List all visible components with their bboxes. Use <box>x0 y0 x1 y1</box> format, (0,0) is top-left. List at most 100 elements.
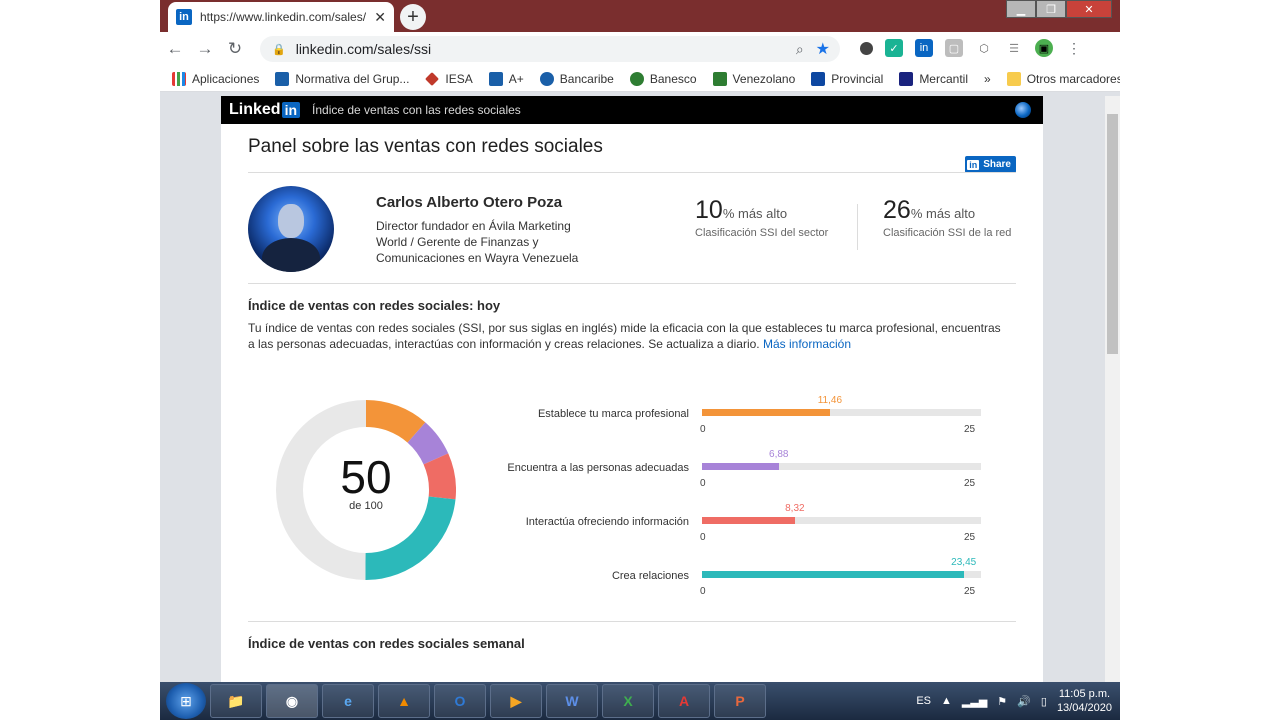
avatar[interactable] <box>248 186 334 272</box>
axis-tick-label: 0 <box>700 532 706 543</box>
bar-value-label: 8,32 <box>785 503 805 514</box>
volume-icon[interactable]: 🔊 <box>1017 695 1031 708</box>
bookmark-label: Normativa del Grup... <box>295 71 410 86</box>
bar-value-label: 11,46 <box>817 395 843 406</box>
bookmark-other[interactable]: Otros marcadores <box>1006 71 1120 86</box>
signal-icon[interactable]: ▂▃▅ <box>962 695 987 708</box>
bookmark-star-icon[interactable]: ★ <box>816 39 830 59</box>
extension-list-icon[interactable]: ☰ <box>1005 39 1023 57</box>
axis-tick-label: 25 <box>964 424 976 435</box>
clock[interactable]: 11:05 p.m. 13/04/2020 <box>1057 687 1112 715</box>
taskbar-explorer-icon[interactable]: 📁 <box>210 684 262 718</box>
restore-button[interactable]: ❐ <box>1036 0 1066 18</box>
bookmark-label: Bancaribe <box>559 71 614 86</box>
start-button[interactable]: ⊞ <box>166 683 206 719</box>
tab-title: https://www.linkedin.com/sales/s <box>200 10 367 24</box>
bookmark-favicon-icon <box>629 71 644 86</box>
network-rank-label: Clasificación SSI de la red <box>883 227 1012 239</box>
industry-rank-value: 10 <box>695 196 723 224</box>
tab-close-button[interactable]: ✕ <box>374 9 386 26</box>
bookmark-provincial[interactable]: Provincial <box>811 71 884 86</box>
taskbar-media-icon[interactable]: ▶ <box>490 684 542 718</box>
bookmark-normativa[interactable]: Normativa del Grup... <box>275 71 410 86</box>
bar-fill <box>702 409 830 416</box>
browser-tab[interactable]: in https://www.linkedin.com/sales/s ✕ <box>168 2 394 32</box>
bookmark-venezolano[interactable]: Venezolano <box>712 71 796 86</box>
network-rank-suffix: % más alto <box>910 206 976 221</box>
bar-label: Crea relaciones <box>611 570 689 582</box>
header-subtitle: Índice de ventas con las redes sociales <box>312 103 521 117</box>
bookmark-mercantil[interactable]: Mercantil <box>899 71 968 86</box>
profile-headline: Director fundador en Ávila Marketing Wor… <box>376 219 579 265</box>
minimize-button[interactable]: ▁ <box>1006 0 1036 18</box>
profile-name[interactable]: Carlos Alberto Otero Poza <box>376 194 562 211</box>
scrollbar-thumb[interactable] <box>1107 114 1118 354</box>
divider <box>248 283 1016 284</box>
axis-tick-label: 0 <box>700 424 706 435</box>
extension-shield-icon[interactable]: ✓ <box>885 39 903 57</box>
globe-icon[interactable] <box>1015 102 1031 118</box>
taskbar-acrobat-icon[interactable]: A <box>658 684 710 718</box>
lock-icon[interactable]: 🔒 <box>272 43 286 56</box>
bookmarks-overflow-button[interactable]: » <box>984 72 991 86</box>
logo-text: Linked <box>229 101 281 118</box>
more-info-link[interactable]: Más información <box>763 337 851 351</box>
reload-icon[interactable]: ↻ <box>220 39 250 59</box>
power-icon[interactable]: ▯ <box>1041 695 1047 708</box>
bookmark-favicon-icon <box>539 71 554 86</box>
axis-tick-label: 25 <box>964 586 976 597</box>
taskbar-chrome-icon[interactable]: ◉ <box>266 684 318 718</box>
taskbar-word-icon[interactable]: W <box>546 684 598 718</box>
bookmarks-bar: Aplicaciones Normativa del Grup... IESA … <box>160 66 1120 92</box>
bookmark-favicon-icon <box>712 71 727 86</box>
bookmark-apps[interactable]: Aplicaciones <box>172 71 260 86</box>
extensions-area: ✓ in ▢ ⬡ ☰ ▣ ⋮ <box>860 39 1083 57</box>
back-arrow-icon[interactable]: ← <box>160 39 190 59</box>
axis-tick-label: 0 <box>700 586 706 597</box>
system-tray: ES ▲ ▂▃▅ ⚑ 🔊 ▯ 11:05 p.m. 13/04/2020 <box>916 682 1112 720</box>
share-button[interactable]: in Share <box>965 156 1016 173</box>
bookmark-label: Venezolano <box>732 71 796 86</box>
bookmark-iesa[interactable]: IESA <box>425 72 473 86</box>
zoom-search-icon[interactable]: ⌕ <box>796 41 804 58</box>
linkedin-logo[interactable]: Linked in <box>229 101 301 119</box>
clock-date: 13/04/2020 <box>1056 702 1112 714</box>
bookmark-aplus[interactable]: A+ <box>488 71 524 86</box>
menu-kebab-icon[interactable]: ⋮ <box>1065 39 1083 57</box>
bookmark-favicon-icon <box>488 71 503 86</box>
avatar-face <box>278 204 304 238</box>
taskbar-outlook-icon[interactable]: O <box>434 684 486 718</box>
flag-icon[interactable]: ⚑ <box>997 695 1007 708</box>
browser-toolbar: ← → ↻ 🔒 linkedin.com/sales/ssi ⌕ ★ ✓ in … <box>160 32 1120 66</box>
apps-grid-icon <box>172 71 186 86</box>
extension-hex-icon[interactable]: ⬡ <box>975 39 993 57</box>
profile-avatar-icon[interactable]: ▣ <box>1035 39 1053 57</box>
forward-arrow-icon[interactable]: → <box>190 39 220 59</box>
tray-expand-icon[interactable]: ▲ <box>941 695 952 707</box>
taskbar-excel-icon[interactable]: X <box>602 684 654 718</box>
bookmark-bancaribe[interactable]: Bancaribe <box>539 71 614 86</box>
new-tab-button[interactable]: + <box>400 4 426 30</box>
windows-taskbar: ⊞ 📁 ◉ e ▲ O ▶ W X A P ES ▲ ▂▃▅ ⚑ 🔊 ▯ 11:… <box>160 682 1120 720</box>
rank-divider <box>857 204 858 250</box>
axis-tick-label: 25 <box>964 478 976 489</box>
ssi-score-value: 50 <box>340 451 392 503</box>
url-text[interactable]: linkedin.com/sales/ssi <box>296 41 796 57</box>
bar-value-label: 6,88 <box>769 449 789 460</box>
language-indicator[interactable]: ES <box>916 695 931 707</box>
page-scrollbar[interactable] <box>1105 96 1120 682</box>
bookmark-label: Aplicaciones <box>192 71 260 86</box>
taskbar-ie-icon[interactable]: e <box>322 684 374 718</box>
bar-row: Interactúa ofreciendo información 8,32 0 25 <box>501 503 981 558</box>
bookmark-label: Provincial <box>831 71 884 86</box>
extension-linkedin-icon[interactable]: in <box>915 39 933 57</box>
address-bar[interactable]: 🔒 linkedin.com/sales/ssi ⌕ ★ <box>260 36 840 62</box>
extension-chat-icon[interactable]: ▢ <box>945 39 963 57</box>
extension-circle-icon[interactable] <box>860 41 873 55</box>
divider <box>248 621 1016 622</box>
taskbar-vlc-icon[interactable]: ▲ <box>378 684 430 718</box>
close-window-button[interactable]: ✕ <box>1066 0 1112 18</box>
taskbar-powerpoint-icon[interactable]: P <box>714 684 766 718</box>
bookmark-banesco[interactable]: Banesco <box>629 71 697 86</box>
bookmark-label: Otros marcadores <box>1026 71 1120 86</box>
